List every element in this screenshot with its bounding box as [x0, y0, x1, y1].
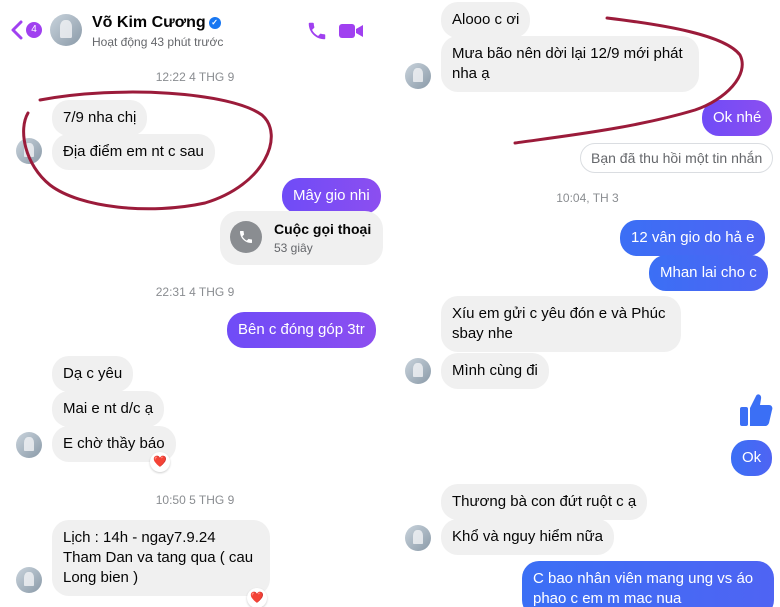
- sender-avatar: [405, 63, 431, 89]
- call-duration: 53 giây: [274, 241, 313, 255]
- chevron-left-icon: [11, 20, 23, 40]
- outgoing-message[interactable]: C bao nhân viên mang ung vs áo phao c em…: [522, 561, 774, 607]
- sender-avatar: [16, 567, 42, 593]
- phone-call-icon[interactable]: [306, 20, 328, 42]
- unread-count-badge: 4: [26, 22, 42, 38]
- outgoing-message[interactable]: Ok: [731, 440, 773, 476]
- heart-reaction-icon[interactable]: ❤️: [150, 452, 170, 472]
- voice-call-card[interactable]: Cuộc gọi thoại 53 giây: [220, 211, 383, 265]
- contact-avatar[interactable]: [50, 14, 82, 46]
- right-chat-panel: Alooo c ơi Mưa bão nên dời lại 12/9 mới …: [395, 0, 780, 607]
- back-button[interactable]: 4: [10, 18, 42, 42]
- incoming-message[interactable]: Mai e nt d/c ạ: [52, 391, 165, 427]
- timestamp: 12:22 4 THG 9: [155, 70, 235, 84]
- incoming-message[interactable]: Mình cùng đi: [441, 353, 549, 389]
- phone-icon: [230, 221, 262, 253]
- video-call-icon[interactable]: [338, 22, 364, 40]
- outgoing-message[interactable]: 12 vân gio do hả e: [620, 220, 766, 256]
- outgoing-message[interactable]: Ok nhé: [702, 100, 773, 136]
- incoming-message[interactable]: Khổ và nguy hiểm nữa: [441, 519, 614, 555]
- incoming-message[interactable]: Lịch : 14h - ngay7.9.24 Tham Dan va tang…: [52, 520, 270, 596]
- red-annotation-circle: [22, 90, 273, 211]
- outgoing-message[interactable]: Mây gio nhi: [282, 178, 381, 214]
- timestamp: 10:50 5 THG 9: [155, 493, 235, 507]
- active-status: Hoạt động 43 phút trước: [92, 35, 224, 49]
- incoming-message[interactable]: 7/9 nha chị: [52, 100, 148, 136]
- thumbs-up-icon[interactable]: [739, 392, 773, 428]
- incoming-message[interactable]: Mưa bão nên dời lại 12/9 mới phát nha ạ: [441, 36, 699, 92]
- incoming-message[interactable]: Dạ c yêu: [52, 356, 134, 392]
- left-chat-panel: 4 Võ Kim Cương ✓ Hoạt động 43 phút trước …: [0, 0, 390, 607]
- timestamp: 22:31 4 THG 9: [155, 285, 235, 299]
- outgoing-message[interactable]: Bên c đóng góp 3tr: [227, 312, 376, 348]
- call-title: Cuộc gọi thoại: [274, 221, 372, 237]
- recalled-message-notice: Bạn đã thu hồi một tin nhắn: [580, 143, 774, 173]
- sender-avatar: [16, 138, 42, 164]
- sender-avatar: [405, 525, 431, 551]
- incoming-message[interactable]: Alooo c ơi: [441, 2, 531, 38]
- incoming-message[interactable]: Xíu em gửi c yêu đón e và Phúc sbay nhe: [441, 296, 681, 352]
- incoming-message[interactable]: Địa điểm em nt c sau: [52, 134, 215, 170]
- heart-reaction-icon[interactable]: ❤️: [247, 588, 267, 607]
- incoming-message[interactable]: Thương bà con đứt ruột c ạ: [441, 484, 648, 520]
- sender-avatar: [405, 358, 431, 384]
- chat-header: 4 Võ Kim Cương ✓ Hoạt động 43 phút trước: [0, 0, 390, 58]
- sender-avatar: [16, 432, 42, 458]
- contact-name[interactable]: Võ Kim Cương ✓: [92, 14, 221, 32]
- verified-badge-icon: ✓: [208, 16, 221, 29]
- timestamp: 10:04, TH 3: [556, 191, 619, 205]
- outgoing-message[interactable]: Mhan lai cho c: [649, 255, 768, 291]
